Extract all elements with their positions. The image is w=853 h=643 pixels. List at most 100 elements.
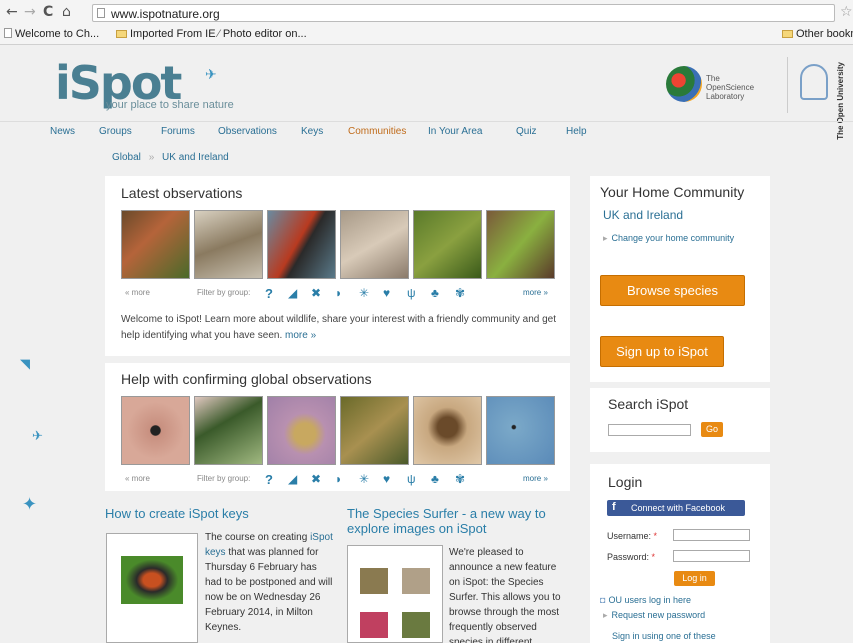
butterfly-photo — [121, 556, 183, 604]
address-bar[interactable]: www.ispotnature.org — [92, 4, 835, 22]
observation-thumbnail[interactable] — [267, 210, 336, 279]
help-filter-row: « more Filter by group: ? ◢ ✖ ◗ ✳ ♥ ψ ♣ … — [121, 472, 557, 488]
request-password-label: Request new password — [611, 610, 706, 620]
bookmark-welcome[interactable]: Welcome to Ch... — [4, 28, 99, 40]
prev-more-link[interactable]: « more — [125, 474, 150, 483]
breadcrumb: Global » UK and Ireland — [112, 152, 229, 163]
next-more-link[interactable]: more » — [523, 288, 548, 297]
butterfly-icon: ✈ — [205, 66, 217, 82]
surfer-article-title[interactable]: The Species Surfer - a new way to explor… — [347, 506, 567, 536]
page-icon — [97, 8, 105, 18]
observation-thumbnail[interactable] — [194, 210, 263, 279]
observation-thumbnail[interactable] — [194, 396, 263, 465]
search-input[interactable] — [608, 424, 691, 436]
ou-login-link[interactable]: ◘ OU users log in here — [600, 595, 691, 605]
nav-forums[interactable]: Forums — [161, 126, 195, 137]
other-group-icon[interactable]: ✾ — [455, 472, 465, 486]
ou-logo-icon[interactable] — [800, 64, 828, 100]
butterfly-icon: ◥ — [20, 356, 30, 371]
surfer-article-image[interactable] — [347, 545, 443, 643]
password-label-text: Password: — [607, 552, 650, 562]
fish-icon[interactable]: ◗ — [335, 286, 342, 300]
plant-icon[interactable]: ψ — [407, 472, 416, 486]
bird-icon[interactable]: ◢ — [288, 286, 297, 300]
unknown-group-icon[interactable]: ? — [265, 472, 273, 487]
filter-label: Filter by group: — [197, 474, 251, 483]
butterfly-icon[interactable]: ♥ — [383, 472, 390, 486]
bookmark-label: Photo editor on... — [222, 28, 307, 40]
bookmark-other[interactable]: Other bookm — [782, 28, 853, 40]
keys-text-part1: The course on creating — [205, 532, 308, 543]
observation-thumbnail[interactable] — [267, 396, 336, 465]
fungi-icon[interactable]: ♣ — [431, 472, 439, 486]
breadcrumb-current[interactable]: UK and Ireland — [162, 152, 229, 163]
observation-thumbnail[interactable] — [486, 210, 555, 279]
bookmark-photo-editor[interactable]: ⁄ Photo editor on... — [218, 28, 307, 40]
home-community-name[interactable]: UK and Ireland — [603, 208, 683, 222]
amphibian-icon[interactable]: ✖ — [311, 286, 321, 300]
help-thumbnails — [121, 396, 557, 465]
browse-species-button[interactable]: Browse species — [600, 275, 745, 306]
openscience-logo-icon[interactable] — [666, 66, 702, 102]
username-label: Username: * — [607, 531, 658, 541]
butterfly-icon[interactable]: ♥ — [383, 286, 390, 300]
insect-icon[interactable]: ✳ — [359, 286, 369, 300]
username-field[interactable] — [673, 529, 750, 541]
amphibian-icon[interactable]: ✖ — [311, 472, 321, 486]
arrow-right-icon: ▸ — [603, 233, 608, 243]
nav-help[interactable]: Help — [566, 126, 587, 137]
bookmark-label: Imported From IE — [130, 28, 216, 40]
search-go-button[interactable]: Go — [701, 422, 723, 437]
species-thumb — [402, 568, 430, 594]
breadcrumb-global[interactable]: Global — [112, 152, 141, 163]
nav-quiz[interactable]: Quiz — [516, 126, 537, 137]
reload-icon[interactable]: C — [43, 4, 53, 20]
password-field[interactable] — [673, 550, 750, 562]
login-button[interactable]: Log in — [674, 571, 715, 586]
fish-icon[interactable]: ◗ — [335, 472, 342, 486]
back-icon[interactable]: ← — [6, 4, 18, 20]
welcome-more-link[interactable]: more » — [285, 330, 316, 341]
insect-icon[interactable]: ✳ — [359, 472, 369, 486]
species-thumb — [360, 612, 388, 638]
other-group-icon[interactable]: ✾ — [455, 286, 465, 300]
unknown-group-icon[interactable]: ? — [265, 286, 273, 301]
observation-thumbnail[interactable] — [413, 210, 482, 279]
observation-thumbnail[interactable] — [486, 396, 555, 465]
facebook-connect-button[interactable]: Connect with Facebook — [607, 500, 745, 516]
keys-article-text: The course on creating iSpot keys that w… — [205, 530, 333, 635]
nav-keys[interactable]: Keys — [301, 126, 323, 137]
change-community-link[interactable]: ▸ Change your home community — [603, 233, 734, 244]
nav-news[interactable]: News — [50, 126, 75, 137]
fungi-icon[interactable]: ♣ — [431, 286, 439, 300]
plant-icon[interactable]: ψ — [407, 286, 416, 300]
keys-article-image[interactable] — [106, 533, 198, 643]
nav-communities[interactable]: Communities — [348, 126, 406, 137]
prev-more-link[interactable]: « more — [125, 288, 150, 297]
pencil-icon: ⁄ — [218, 28, 220, 40]
username-label-text: Username: — [607, 531, 652, 541]
observation-thumbnail[interactable] — [340, 396, 409, 465]
welcome-text: Welcome to iSpot! Learn more about wildl… — [121, 312, 561, 344]
nav-groups[interactable]: Groups — [99, 126, 132, 137]
star-icon[interactable]: ☆ — [840, 4, 853, 20]
bird-icon[interactable]: ◢ — [288, 472, 297, 486]
observation-thumbnail[interactable] — [340, 210, 409, 279]
signup-button[interactable]: Sign up to iSpot — [600, 336, 724, 367]
ou-login-label: OU users log in here — [608, 595, 691, 605]
observation-thumbnail[interactable] — [121, 396, 190, 465]
forward-icon[interactable]: → — [24, 4, 36, 20]
url-text: www.ispotnature.org — [111, 7, 220, 21]
nav-observations[interactable]: Observations — [218, 126, 277, 137]
bookmark-imported[interactable]: Imported From IE — [116, 28, 216, 40]
observation-thumbnail[interactable] — [413, 396, 482, 465]
keys-article-title[interactable]: How to create iSpot keys — [105, 506, 249, 521]
filter-label: Filter by group: — [197, 288, 251, 297]
home-icon[interactable]: ⌂ — [62, 4, 71, 20]
home-community-title: Your Home Community — [600, 184, 745, 200]
ou-shield-icon: ◘ — [600, 595, 606, 605]
observation-thumbnail[interactable] — [121, 210, 190, 279]
request-password-link[interactable]: ▸ Request new password — [603, 610, 705, 621]
nav-in-your-area[interactable]: In Your Area — [428, 126, 483, 137]
next-more-link[interactable]: more » — [523, 474, 548, 483]
